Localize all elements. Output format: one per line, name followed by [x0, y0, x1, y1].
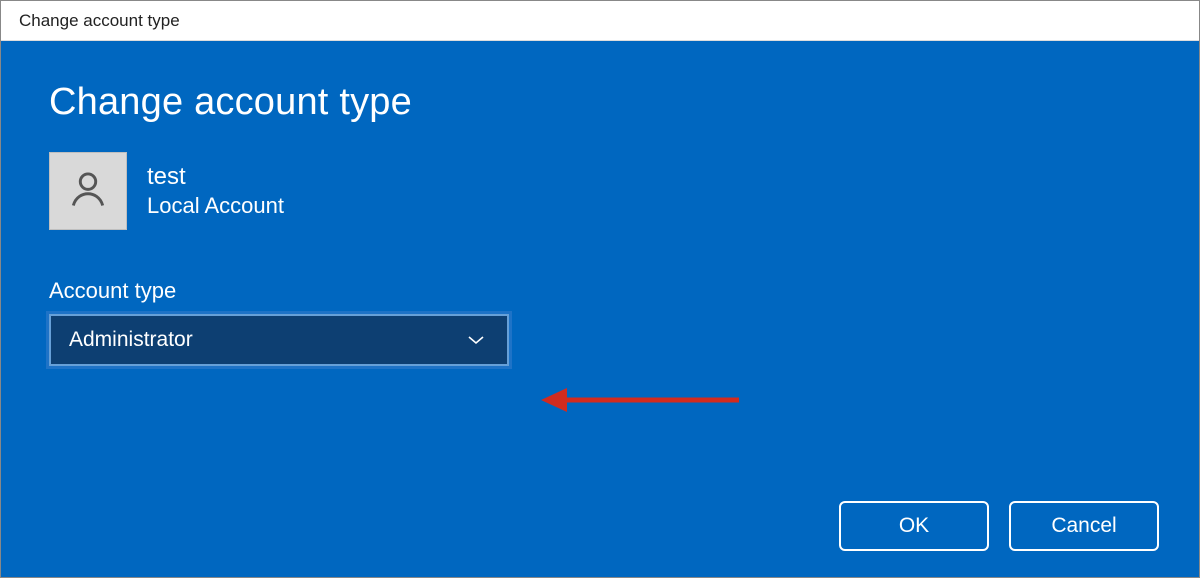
dialog-window: Change account type Change account type … [0, 0, 1200, 578]
chevron-down-icon [467, 334, 485, 346]
annotation-arrow-icon [539, 370, 749, 430]
cancel-button-label: Cancel [1051, 514, 1116, 538]
person-icon [66, 167, 110, 216]
user-account-kind: Local Account [147, 193, 284, 219]
dialog-content: Change account type test Local Account A… [1, 41, 1199, 577]
ok-button-label: OK [899, 514, 929, 538]
dropdown-selected-value: Administrator [69, 328, 193, 352]
user-name: test [147, 163, 284, 191]
title-bar[interactable]: Change account type [1, 1, 1199, 41]
account-type-dropdown[interactable]: Administrator [49, 314, 509, 366]
dialog-heading: Change account type [49, 81, 1151, 124]
window-title: Change account type [19, 11, 180, 31]
user-avatar [49, 152, 127, 230]
account-type-label: Account type [49, 278, 1151, 304]
dialog-button-row: OK Cancel [839, 501, 1159, 551]
user-meta: test Local Account [147, 163, 284, 219]
cancel-button[interactable]: Cancel [1009, 501, 1159, 551]
ok-button[interactable]: OK [839, 501, 989, 551]
user-info-row: test Local Account [49, 152, 1151, 230]
